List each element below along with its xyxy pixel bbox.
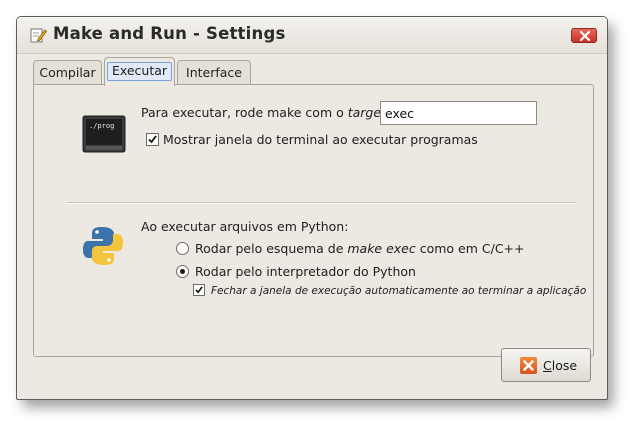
tab-compilar[interactable]: Compilar [33, 60, 102, 85]
python-heading: Ao executar arquivos em Python: [141, 219, 349, 234]
radio-selected-dot [180, 269, 185, 274]
option-make-suffix: como em C/C++ [415, 241, 525, 256]
title-bar[interactable]: Make and Run - Settings [17, 17, 607, 54]
settings-dialog: Make and Run - Settings Compilar Executa… [16, 16, 608, 400]
window-title: Make and Run - Settings [53, 24, 286, 43]
svg-text:./prog: ./prog [89, 122, 114, 130]
auto-close-checkbox[interactable] [193, 284, 205, 296]
close-icon [580, 31, 590, 41]
document-edit-icon [29, 26, 48, 44]
terminal-icon: ./prog [82, 115, 126, 158]
tab-interface[interactable]: Interface [177, 60, 251, 85]
target-input[interactable] [380, 101, 537, 125]
option-make-prefix: Rodar pelo esquema de [195, 241, 348, 256]
close-button[interactable]: Close [501, 348, 591, 382]
python-icon [82, 225, 124, 270]
close-button-label: Close [543, 358, 577, 373]
checkmark-icon [148, 135, 157, 144]
show-terminal-label: Mostrar janela do terminal ao executar p… [163, 132, 478, 147]
auto-close-label: Fechar a janela de execução automaticame… [211, 285, 587, 297]
executar-panel: ./prog Para executar, rode make com o ta… [33, 84, 594, 357]
target-label: Para executar, rode make com o target: [141, 105, 390, 120]
tab-label: Executar [106, 62, 173, 81]
radio-interpreter[interactable] [176, 265, 189, 278]
close-icon [520, 357, 537, 374]
tab-label: Interface [186, 65, 242, 80]
close-mnemonic: C [543, 358, 552, 373]
radio-make-exec-label: Rodar pelo esquema de make exec como em … [195, 241, 525, 256]
window-close-button[interactable] [571, 28, 597, 43]
checkmark-icon [195, 286, 203, 294]
target-label-prefix: Para executar, rode make com o [141, 105, 348, 120]
radio-interpreter-label: Rodar pelo interpretador do Python [195, 264, 416, 279]
tab-label: Compilar [39, 65, 96, 80]
section-separator [66, 202, 576, 204]
option-make-italic: make exec [347, 241, 416, 256]
tab-executar[interactable]: Executar [104, 57, 175, 86]
show-terminal-checkbox[interactable] [146, 133, 159, 146]
radio-make-exec[interactable] [176, 242, 189, 255]
close-label-rest: lose [551, 358, 578, 373]
